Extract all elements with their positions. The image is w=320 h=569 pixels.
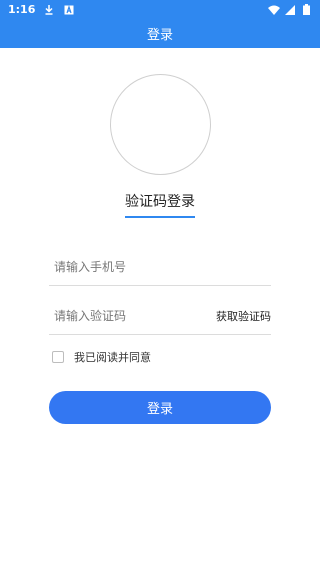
status-time: 1:16 xyxy=(8,3,36,16)
notification-a-icon xyxy=(63,4,75,16)
status-right xyxy=(268,4,312,16)
agree-text: 我已阅读并同意 xyxy=(74,351,151,364)
agreement-row: 我已阅读并同意 xyxy=(52,349,151,365)
login-button[interactable]: 登录 xyxy=(49,391,271,424)
download-icon xyxy=(43,4,55,16)
phone-input[interactable] xyxy=(49,259,199,274)
login-mode-underline xyxy=(125,216,195,218)
wifi-icon xyxy=(268,4,280,16)
code-field: 获取验证码 xyxy=(49,297,271,335)
login-mode-title[interactable]: 验证码登录 xyxy=(0,191,320,211)
status-left: 1:16 xyxy=(8,3,75,16)
phone-field xyxy=(49,248,271,286)
page-title: 登录 xyxy=(146,28,173,43)
battery-icon xyxy=(300,4,312,16)
code-input[interactable] xyxy=(49,308,199,323)
app-bar: 登录 xyxy=(0,19,320,48)
status-bar: 1:16 xyxy=(0,0,320,19)
agree-checkbox[interactable] xyxy=(52,351,64,363)
signal-icon xyxy=(284,4,296,16)
get-code-button[interactable]: 获取验证码 xyxy=(216,308,271,324)
avatar xyxy=(110,74,211,175)
